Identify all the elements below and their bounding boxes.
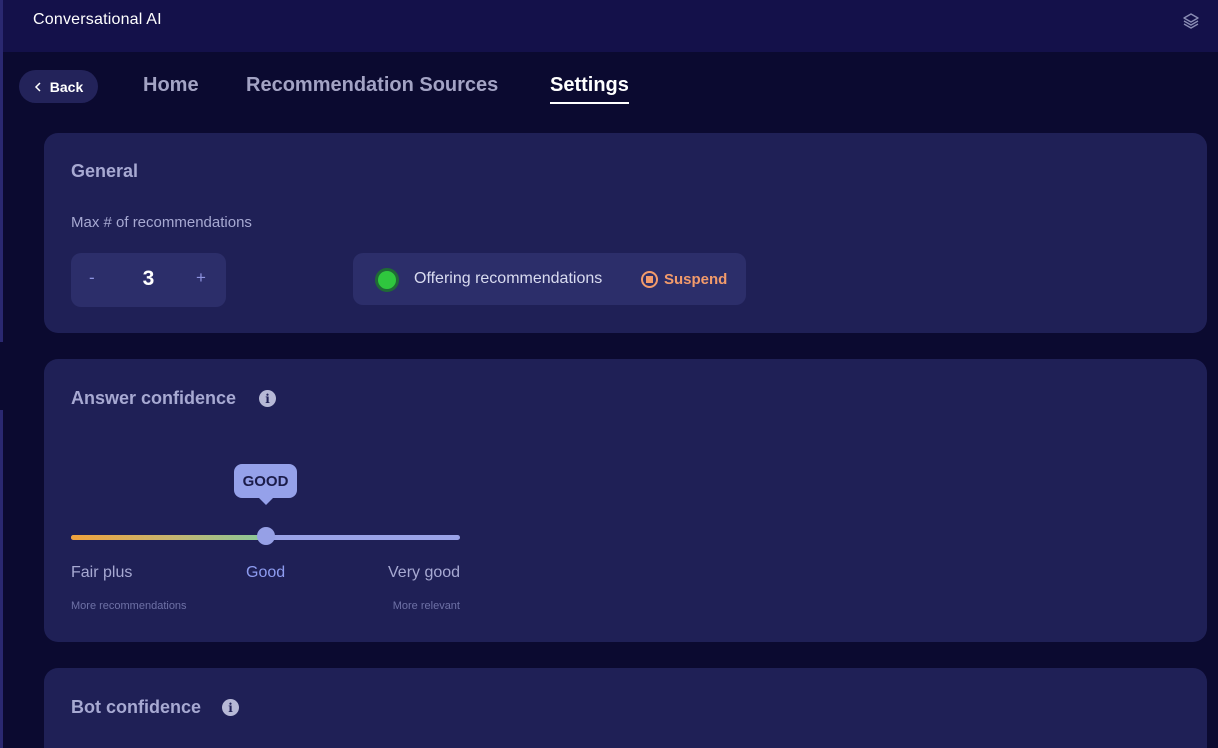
status-text: Offering recommendations (414, 270, 603, 287)
tab-home[interactable]: Home (143, 74, 199, 97)
slider-thumb[interactable] (256, 527, 275, 545)
nav-bar: Back Home Recommendation Sources Setting… (0, 52, 1218, 122)
level-very-good[interactable]: Very good (388, 564, 460, 582)
left-hint: More recommendations (71, 600, 187, 612)
recommendation-status: Offering recommendations Suspend (353, 253, 746, 305)
general-title: General (71, 161, 139, 181)
suspend-label: Suspend (664, 270, 728, 288)
app-title: Conversational AI (33, 11, 162, 28)
max-recommendations-label: Max # of recommendations (71, 214, 252, 231)
right-hint: More relevant (392, 600, 460, 612)
bot-confidence-title: Bot confidence (71, 697, 202, 717)
slider-tooltip: GOOD (234, 464, 297, 505)
back-button[interactable]: Back (19, 70, 98, 103)
layers-icon[interactable] (1182, 12, 1200, 30)
info-icon[interactable]: i (222, 699, 239, 716)
suspend-button[interactable]: Suspend (641, 268, 727, 290)
tab-recommendation-sources[interactable]: Recommendation Sources (246, 74, 498, 97)
max-recommendations-stepper: - 3 + (71, 253, 226, 307)
level-fair-plus[interactable]: Fair plus (71, 564, 132, 582)
increment-button[interactable]: + (196, 268, 206, 288)
side-divider (0, 410, 3, 748)
chevron-left-icon (34, 81, 41, 92)
back-label: Back (49, 78, 84, 95)
slider-fill (71, 535, 266, 540)
answer-confidence-card: Answer confidence i GOOD Fair plus Good … (44, 359, 1207, 642)
tab-settings[interactable]: Settings (550, 74, 629, 104)
answer-confidence-title: Answer confidence (71, 388, 237, 408)
general-card: General Max # of recommendations - 3 + O… (44, 133, 1207, 333)
stop-circle-icon (641, 270, 658, 288)
info-icon[interactable]: i (259, 390, 276, 407)
level-good[interactable]: Good (246, 564, 285, 582)
status-indicator (375, 268, 399, 292)
bot-confidence-card: Bot confidence i (44, 668, 1207, 748)
top-bar: Conversational AI (0, 0, 1218, 52)
